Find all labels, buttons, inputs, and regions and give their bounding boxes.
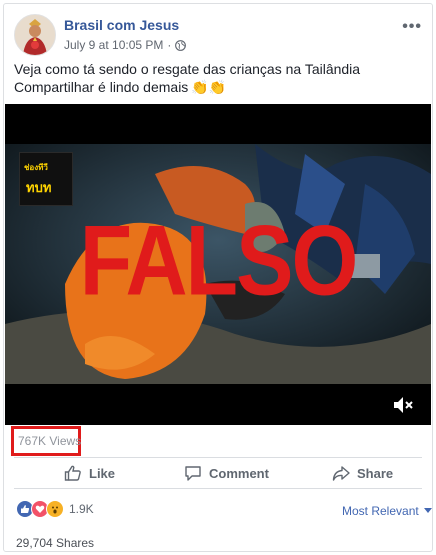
- post-text-line-2: Compartilhar é lindo demais 👏👏: [14, 78, 424, 96]
- reactions-summary[interactable]: 1.9K: [16, 500, 94, 518]
- share-arrow-icon: [332, 466, 350, 481]
- comment-bubble-icon: [185, 466, 201, 481]
- post-text: Veja como tá sendo o resgate das criança…: [14, 60, 424, 96]
- caret-down-icon: [423, 508, 432, 513]
- post-actions: Like Comment Share: [14, 458, 422, 488]
- post-meta: July 9 at 10:05 PM ·: [64, 38, 187, 52]
- shares-count[interactable]: 29,704 Shares: [16, 536, 94, 550]
- post-header: Brasil com Jesus July 9 at 10:05 PM · ••…: [14, 14, 424, 58]
- share-label: Share: [357, 465, 394, 481]
- divider: [14, 488, 422, 489]
- video-player[interactable]: ช่องทีวี ทบท FALSO: [5, 104, 431, 425]
- sort-label: Most Relevant: [342, 504, 419, 518]
- avatar-image: [15, 15, 55, 55]
- post-card: Brasil com Jesus July 9 at 10:05 PM · ••…: [3, 3, 433, 552]
- channel-logo-bottom-text: ทบท: [26, 180, 52, 195]
- post-text-line-1: Veja como tá sendo o resgate das criança…: [14, 61, 361, 77]
- like-label: Like: [89, 465, 116, 481]
- page-avatar[interactable]: [14, 14, 56, 56]
- views-count: 767K Views: [18, 434, 82, 448]
- reaction-count: 1.9K: [69, 502, 94, 516]
- speaker-muted-icon[interactable]: [391, 394, 415, 416]
- like-button[interactable]: Like: [64, 458, 115, 488]
- globe-icon: [175, 39, 187, 51]
- falso-overlay-text: FALSO: [79, 205, 359, 317]
- more-options-icon[interactable]: •••: [402, 18, 422, 36]
- page-name-link[interactable]: Brasil com Jesus: [64, 17, 179, 33]
- comment-button[interactable]: Comment: [184, 458, 269, 488]
- share-button[interactable]: Share: [332, 458, 393, 488]
- post-timestamp[interactable]: July 9 at 10:05 PM: [64, 38, 163, 52]
- wow-reaction-icon: [46, 500, 64, 518]
- thumbs-up-icon: [64, 465, 81, 481]
- channel-logo: ช่องทีวี ทบท: [19, 152, 73, 206]
- post-text-line-2-text: Compartilhar é lindo demais: [14, 79, 189, 95]
- comment-sort-dropdown[interactable]: Most Relevant: [342, 504, 432, 518]
- meta-separator: ·: [167, 38, 172, 52]
- channel-logo-top-text: ช่องทีวี: [24, 163, 48, 172]
- clapping-hands-emoji: 👏👏: [191, 79, 227, 95]
- comment-label: Comment: [209, 465, 269, 481]
